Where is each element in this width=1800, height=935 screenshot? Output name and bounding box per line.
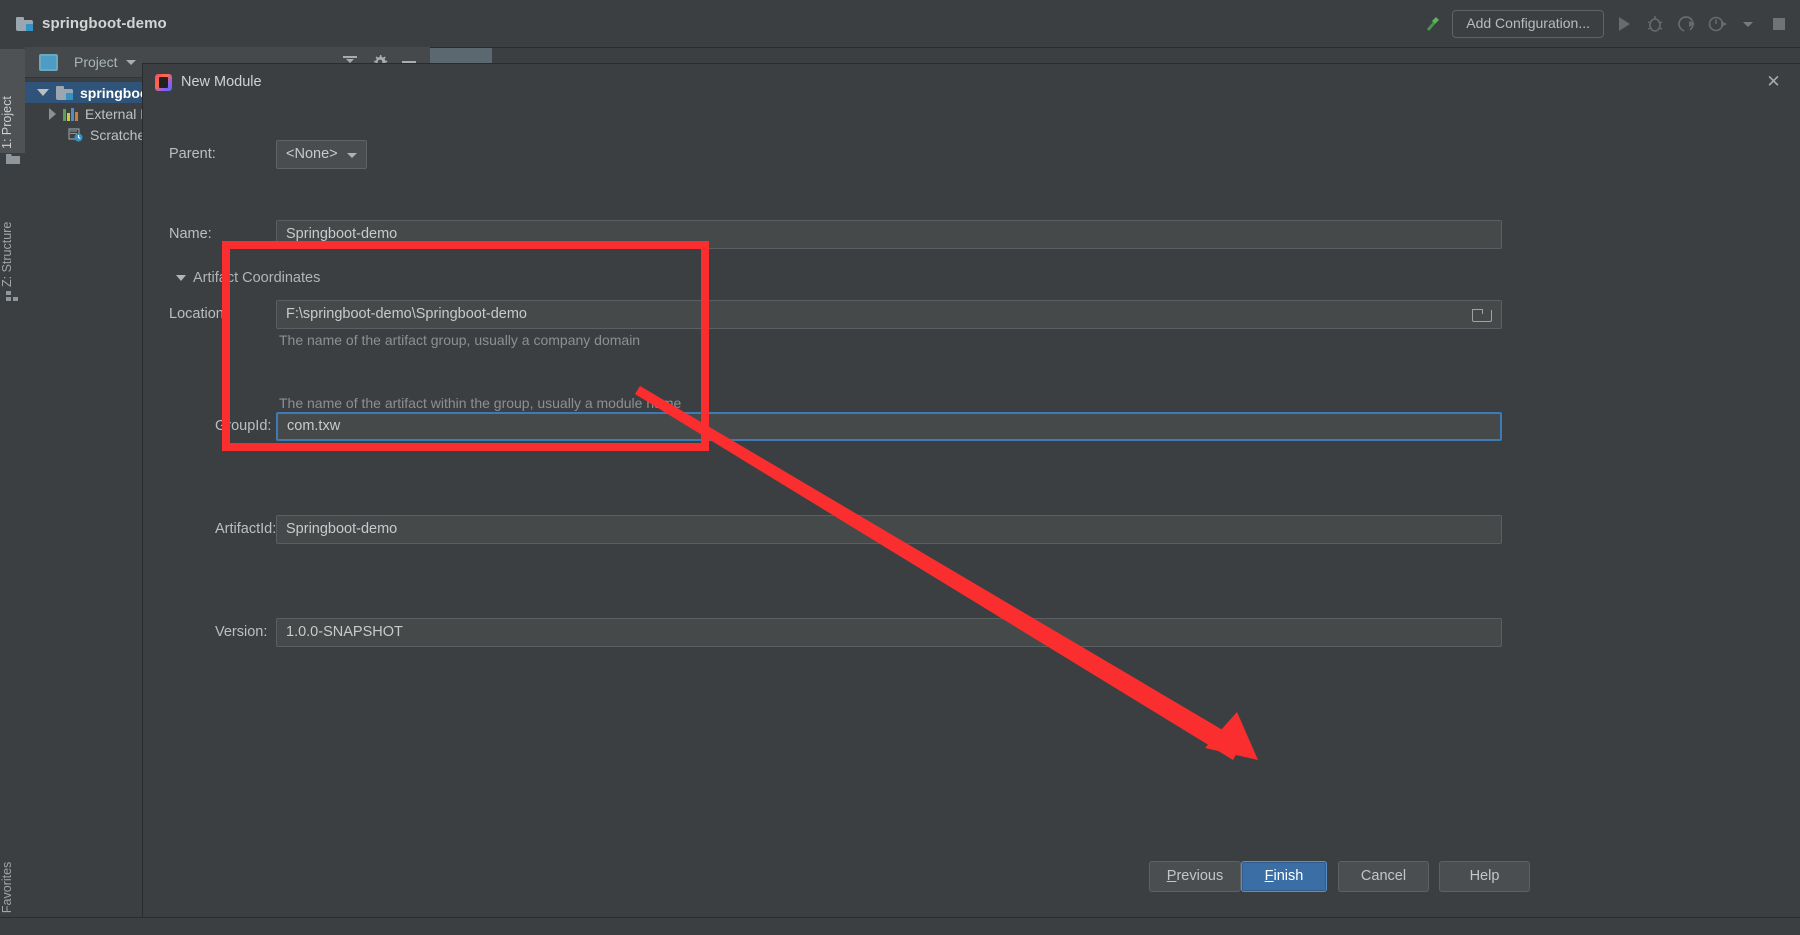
parent-row: Parent: <None> [143,140,1800,180]
name-row: Name: Springboot-demo [143,220,1800,260]
parent-combobox-value: <None> [286,146,338,162]
artifactid-row: ArtifactId: Springboot-demo [143,515,1800,555]
artifactid-label: ArtifactId: [215,521,277,537]
scratches-icon [68,127,84,142]
chevron-down-icon [347,153,357,158]
debug-icon[interactable] [1644,13,1666,35]
name-input[interactable]: Springboot-demo [276,220,1502,249]
project-panel-title: Project [74,54,118,70]
folder-browse-icon[interactable] [1472,308,1492,322]
sidebar-item-structure[interactable]: Z: Structure [0,177,25,291]
stop-icon[interactable] [1768,13,1790,35]
name-label: Name: [169,226,212,242]
finish-button[interactable]: Finish [1241,861,1327,892]
project-window-icon [39,53,58,71]
libraries-icon [63,107,79,121]
artifactid-input[interactable]: Springboot-demo [276,515,1502,544]
previous-button[interactable]: Previous [1149,861,1241,892]
structure-icon [6,289,19,301]
close-icon[interactable]: ✕ [1765,73,1782,91]
status-bar [0,917,1800,935]
artifact-coordinates-section-header[interactable]: Artifact Coordinates [176,270,320,286]
artifactid-hint: The name of the artifact within the grou… [279,395,682,411]
location-label: Location: [169,306,228,322]
profiler-icon[interactable] [1706,13,1728,35]
groupid-row: GroupId: com.txw [143,412,1800,452]
chevron-down-icon[interactable] [125,59,136,65]
run-with-coverage-icon[interactable] [1675,13,1697,35]
chevron-down-icon [176,275,186,281]
finish-button-label: inish [1273,868,1304,884]
artifact-coordinates-label: Artifact Coordinates [193,270,321,286]
parent-label: Parent: [169,146,216,162]
add-configuration-button[interactable]: Add Configuration... [1452,9,1604,38]
dialog-title: New Module [181,74,262,90]
dialog-form: Parent: <None> Name: Springboot-demo Loc… [143,100,1800,647]
project-folder-icon [6,151,20,164]
window-title: springboot-demo [42,15,167,32]
previous-button-label: revious [1176,868,1224,884]
version-label: Version: [215,624,268,640]
parent-combobox[interactable]: <None> [276,140,367,169]
title-bar: springboot-demo Add Configuration... [0,0,1800,48]
groupid-hint: The name of the artifact group, usually … [279,332,641,348]
tab-label-structure: Z: Structure [0,221,14,287]
sidebar-item-favorites[interactable]: 2: Favorites [0,815,25,931]
ide-window: springboot-demo Add Configuration... 1: … [0,0,1800,935]
folder-icon [16,16,33,31]
hide-icon[interactable] [402,61,416,63]
dialog-title-bar: New Module [143,64,1800,100]
sidebar-item-project[interactable]: 1: Project [0,49,25,153]
groupid-label: GroupId: [215,418,272,434]
cancel-button[interactable]: Cancel [1338,861,1429,892]
version-input[interactable]: 1.0.0-SNAPSHOT [276,618,1502,647]
tool-window-tab-strip: 1: Project Z: Structure 2: Favorites [0,47,26,935]
help-button[interactable]: Help [1439,861,1530,892]
folder-icon [56,85,73,100]
version-row: Version: 1.0.0-SNAPSHOT [143,618,1800,658]
intellij-idea-icon [155,73,172,91]
chevron-right-icon[interactable] [49,107,56,120]
chevron-down-icon[interactable] [37,89,49,96]
build-hammer-icon[interactable] [1421,13,1443,35]
new-module-dialog: New Module ✕ Parent: <None> Name: Spring… [143,64,1800,918]
tab-label-project: 1: Project [0,96,14,149]
chevron-down-icon[interactable] [1737,13,1759,35]
screen-root: springboot-demo Add Configuration... 1: … [0,0,1800,935]
run-icon[interactable] [1613,13,1635,35]
location-input[interactable]: F:\springboot-demo\Springboot-demo [276,300,1502,329]
groupid-input[interactable]: com.txw [276,412,1502,441]
title-bar-toolbar: Add Configuration... [1421,0,1800,47]
